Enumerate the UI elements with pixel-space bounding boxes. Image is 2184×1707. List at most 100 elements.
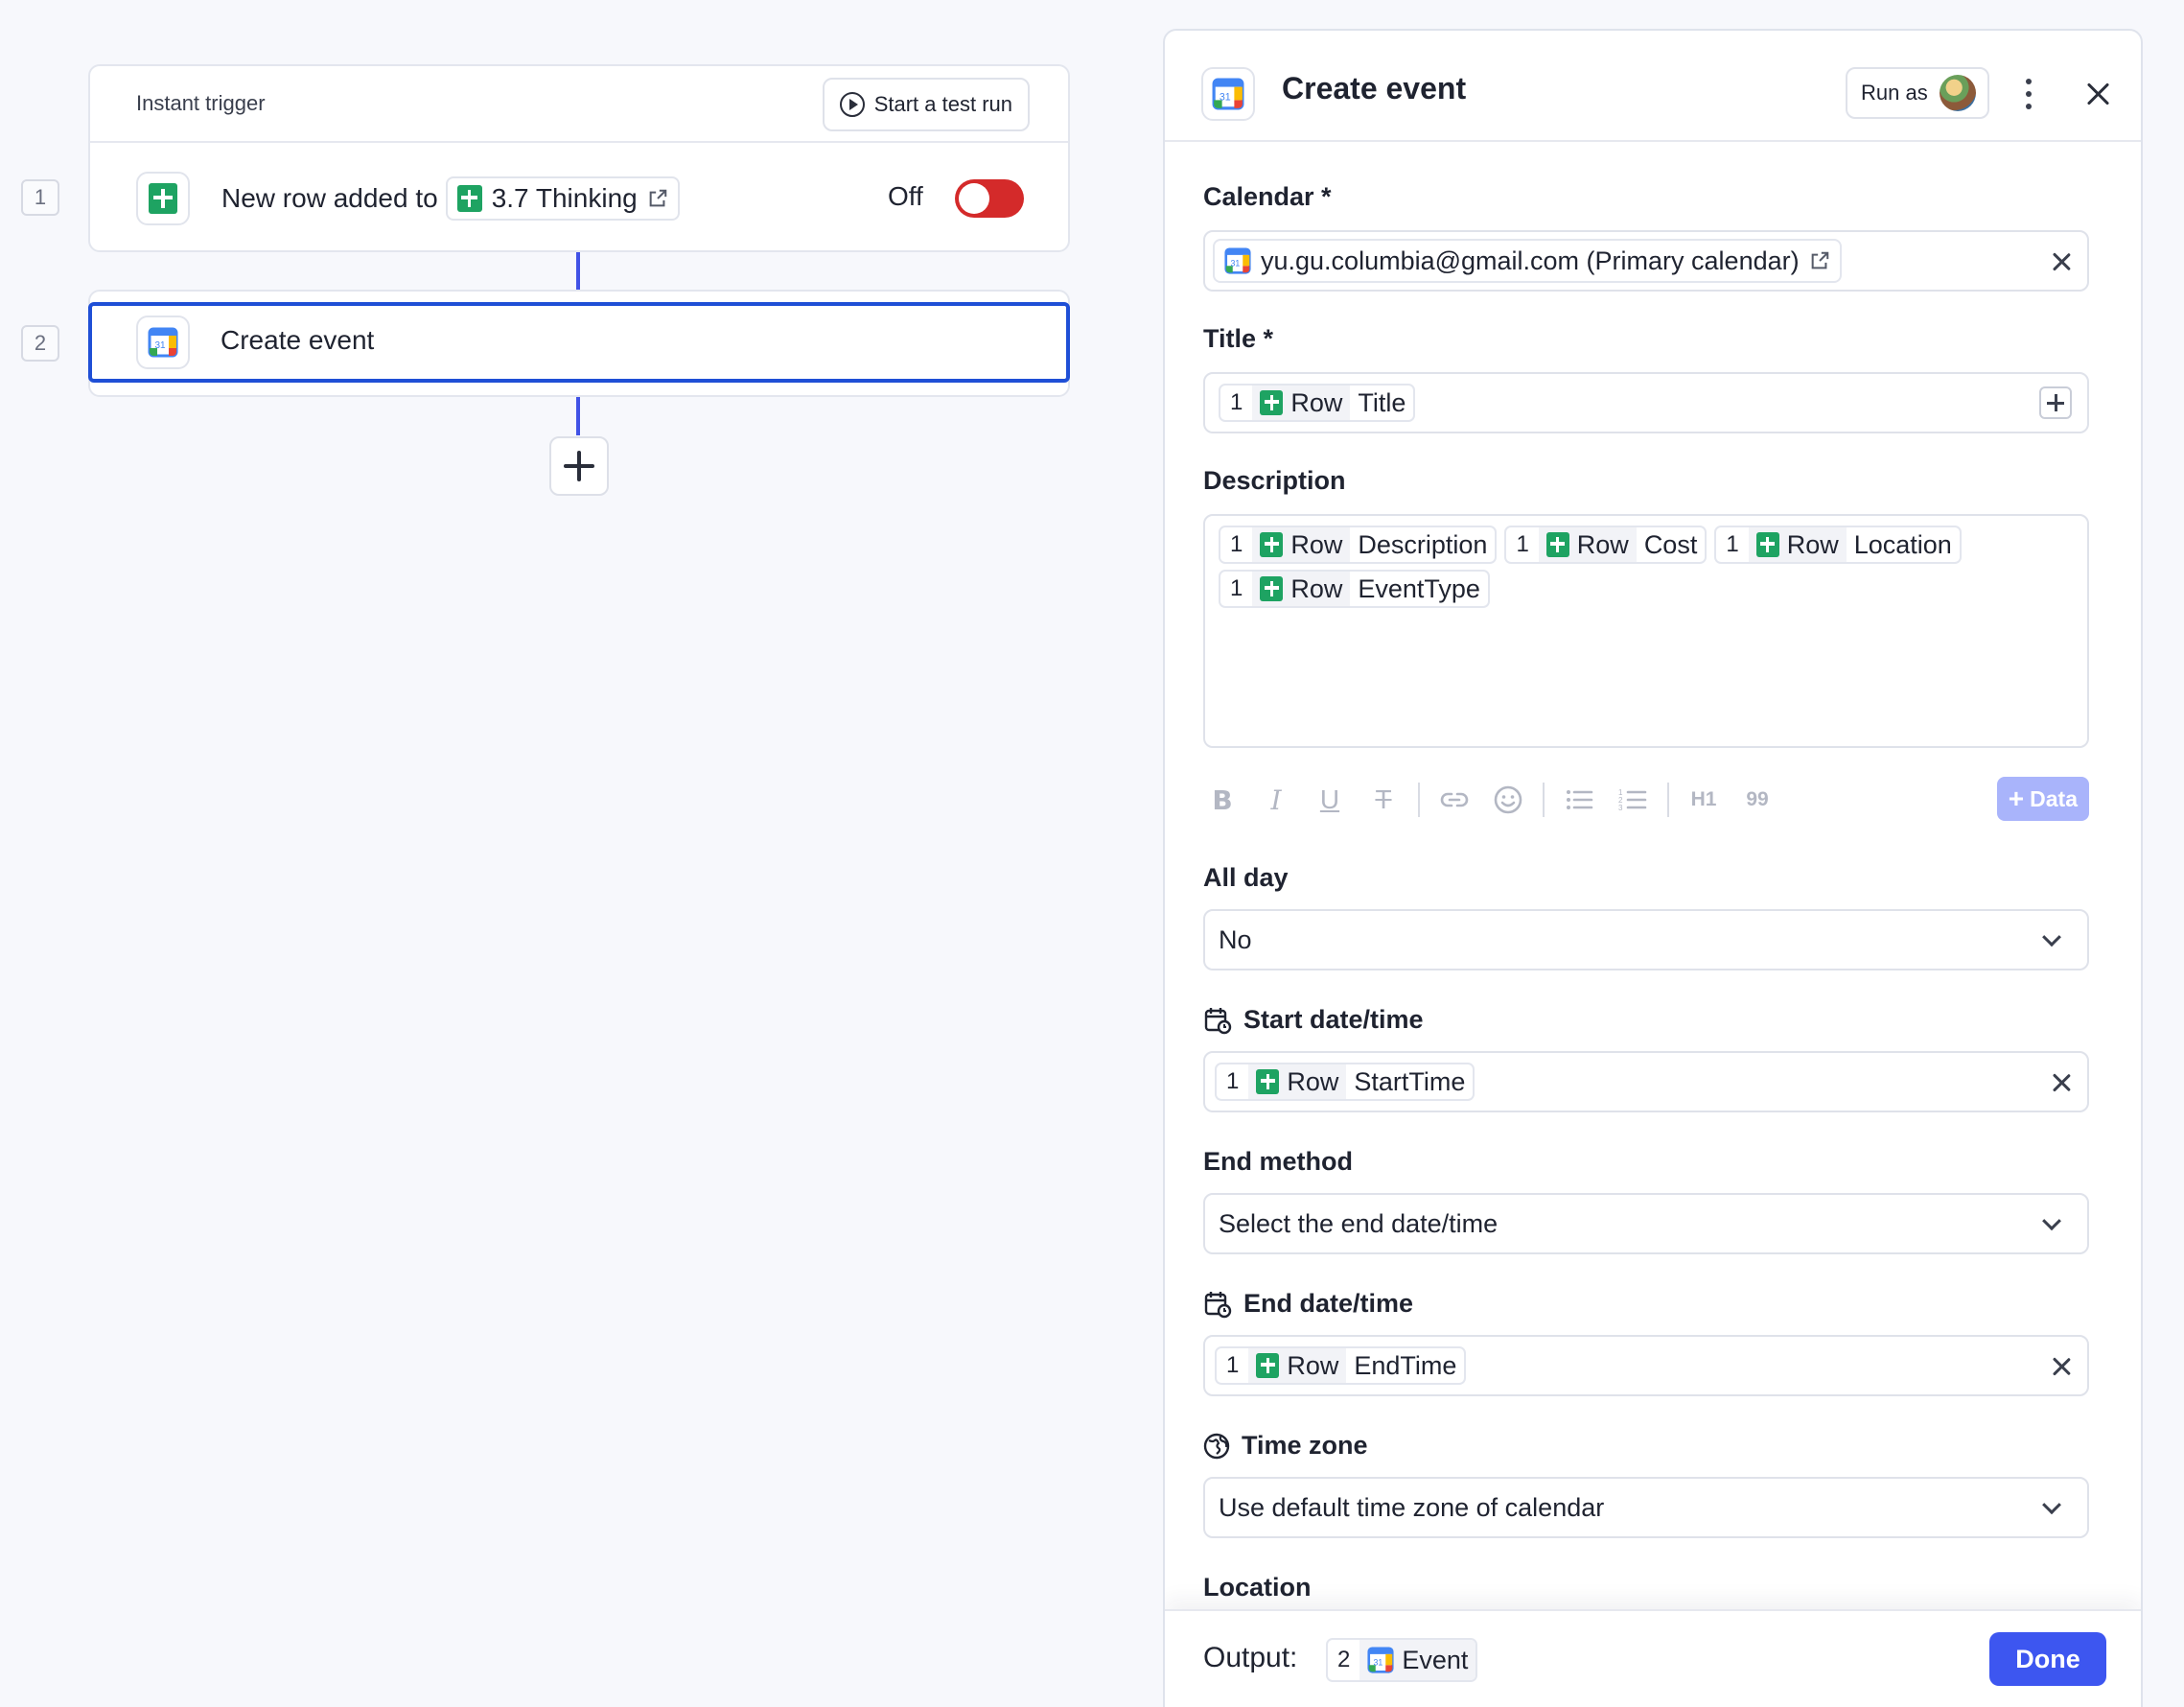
google-sheets-icon: [1545, 532, 1569, 557]
chevron-down-icon: [2042, 1495, 2061, 1515]
numbered-list-icon[interactable]: 123: [1614, 781, 1652, 819]
run-as-label: Run as: [1861, 81, 1928, 105]
data-token[interactable]: 1 Row EndTime: [1215, 1346, 1467, 1385]
done-button[interactable]: Done: [1989, 1632, 2106, 1686]
svg-text:31: 31: [1231, 258, 1241, 268]
user-avatar: [1939, 75, 1976, 111]
data-token[interactable]: 1 Row Title: [1219, 384, 1416, 422]
data-token[interactable]: 1 Row Description: [1219, 526, 1498, 564]
action-app-tile: 31: [136, 316, 190, 369]
sheet-name: 3.7 Thinking: [491, 183, 638, 213]
calendar-value: yu.gu.columbia@gmail.com (Primary calend…: [1261, 246, 1800, 275]
toggle-state-label: Off: [888, 181, 923, 211]
end-method-select[interactable]: Select the end date/time: [1203, 1193, 2089, 1254]
insert-data-plus-icon[interactable]: [2039, 386, 2072, 419]
title-input[interactable]: 1 Row Title: [1203, 372, 2089, 433]
rich-text-toolbar: B I U T 123 H1 99 + Data: [1203, 777, 2089, 823]
end-method-value: Select the end date/time: [1219, 1208, 1499, 1238]
description-editor[interactable]: 1 Row Description 1 Row Cost 1 Row Locat…: [1203, 514, 2089, 748]
data-token[interactable]: 1 Row StartTime: [1215, 1063, 1475, 1101]
toolbar-divider: [1418, 783, 1420, 817]
plus-icon: [564, 451, 594, 481]
emoji-icon[interactable]: [1489, 781, 1527, 819]
panel-footer: Output: 2 31 Event Done: [1165, 1609, 2141, 1707]
calendar-select[interactable]: 31 yu.gu.columbia@gmail.com (Primary cal…: [1203, 230, 2089, 292]
panel-header: 31 Create event Run as: [1165, 31, 2141, 142]
bullet-list-icon[interactable]: [1560, 781, 1598, 819]
output-label: Output:: [1203, 1642, 1298, 1673]
start-test-run-button[interactable]: Start a test run: [822, 78, 1030, 131]
google-sheets-icon: [1260, 532, 1284, 557]
data-token[interactable]: 1 Row EventType: [1219, 570, 1490, 608]
run-as-button[interactable]: Run as: [1846, 67, 1989, 119]
google-sheets-icon: [1256, 1353, 1280, 1378]
calendar-clock-icon: [1204, 1007, 1232, 1034]
italic-icon[interactable]: I: [1257, 781, 1295, 819]
panel-title: Create event: [1282, 71, 1467, 105]
heading-icon[interactable]: H1: [1684, 781, 1723, 819]
plus-icon: +: [2008, 783, 2025, 813]
insert-data-button[interactable]: + Data: [1996, 777, 2089, 821]
external-link-icon[interactable]: [647, 188, 668, 209]
link-icon[interactable]: [1435, 781, 1474, 819]
svg-text:31: 31: [154, 340, 166, 351]
calendar-field-label: Calendar *: [1203, 182, 1332, 211]
step-number-2: 2: [21, 325, 59, 362]
google-calendar-icon: 31: [1224, 247, 1251, 274]
data-token[interactable]: 1 Row Cost: [1504, 526, 1708, 564]
all-day-select[interactable]: No: [1203, 909, 2089, 970]
calendar-clock-icon: [1204, 1291, 1232, 1318]
underline-icon[interactable]: U: [1311, 781, 1349, 819]
strikethrough-icon[interactable]: T: [1364, 781, 1403, 819]
more-options-icon[interactable]: [2014, 75, 2043, 113]
timezone-field-label: Time zone: [1203, 1431, 1368, 1461]
svg-text:31: 31: [1220, 91, 1231, 103]
clear-end-date-icon[interactable]: [2051, 1356, 2072, 1377]
action-card-label: Create event: [221, 325, 375, 355]
flow-connector: [576, 397, 580, 435]
step-config-panel: 31 Create event Run as Calendar * 31 yu.…: [1163, 29, 2143, 1707]
end-date-input[interactable]: 1 Row EndTime: [1203, 1335, 2089, 1396]
trigger-on-off-toggle[interactable]: [955, 179, 1024, 218]
svg-text:31: 31: [1374, 1657, 1383, 1667]
output-token[interactable]: 2 31 Event: [1326, 1638, 1478, 1682]
external-link-icon[interactable]: [1809, 250, 1830, 271]
start-test-run-label: Start a test run: [873, 92, 1012, 116]
google-calendar-icon: 31: [1367, 1647, 1394, 1673]
bold-icon[interactable]: B: [1203, 781, 1242, 819]
action-card-create-event[interactable]: 31 Create event: [88, 302, 1070, 383]
clear-calendar-icon[interactable]: [2051, 251, 2072, 272]
start-date-field-label: Start date/time: [1203, 1005, 1424, 1035]
close-panel-icon[interactable]: [2085, 81, 2112, 107]
title-field-label: Title *: [1203, 324, 1274, 353]
trigger-row-prefix: New row added to: [221, 183, 438, 213]
sheet-link-chip[interactable]: 3.7 Thinking: [445, 176, 680, 221]
google-sheets-icon: [1260, 576, 1284, 601]
toolbar-divider: [1543, 783, 1545, 817]
google-sheets-icon: [1256, 1069, 1280, 1094]
add-step-button[interactable]: [549, 436, 609, 496]
google-sheets-icon: [456, 185, 482, 212]
flow-connector: [576, 252, 580, 291]
timezone-select[interactable]: Use default time zone of calendar: [1203, 1477, 2089, 1538]
chevron-down-icon: [2042, 927, 2061, 947]
play-circle-icon: [839, 92, 865, 117]
all-day-value: No: [1219, 924, 1252, 954]
clear-start-date-icon[interactable]: [2051, 1072, 2072, 1093]
google-sheets-icon: [1755, 532, 1779, 557]
trigger-card[interactable]: Instant trigger Start a test run New row…: [88, 64, 1070, 252]
all-day-field-label: All day: [1203, 863, 1289, 892]
quote-icon[interactable]: 99: [1738, 781, 1777, 819]
end-method-field-label: End method: [1203, 1147, 1353, 1176]
start-date-input[interactable]: 1 Row StartTime: [1203, 1051, 2089, 1112]
calendar-chip[interactable]: 31 yu.gu.columbia@gmail.com (Primary cal…: [1213, 239, 1842, 283]
trigger-app-tile: [136, 172, 190, 225]
step-number-1: 1: [21, 179, 59, 216]
description-field-label: Description: [1203, 466, 1346, 495]
google-sheets-icon: [1260, 390, 1284, 415]
google-calendar-icon: 31: [1212, 78, 1244, 110]
panel-app-tile: 31: [1201, 67, 1255, 121]
data-token[interactable]: 1 Row Location: [1714, 526, 1962, 564]
google-sheets-icon: [149, 183, 177, 214]
trigger-header-label: Instant trigger: [136, 91, 266, 115]
